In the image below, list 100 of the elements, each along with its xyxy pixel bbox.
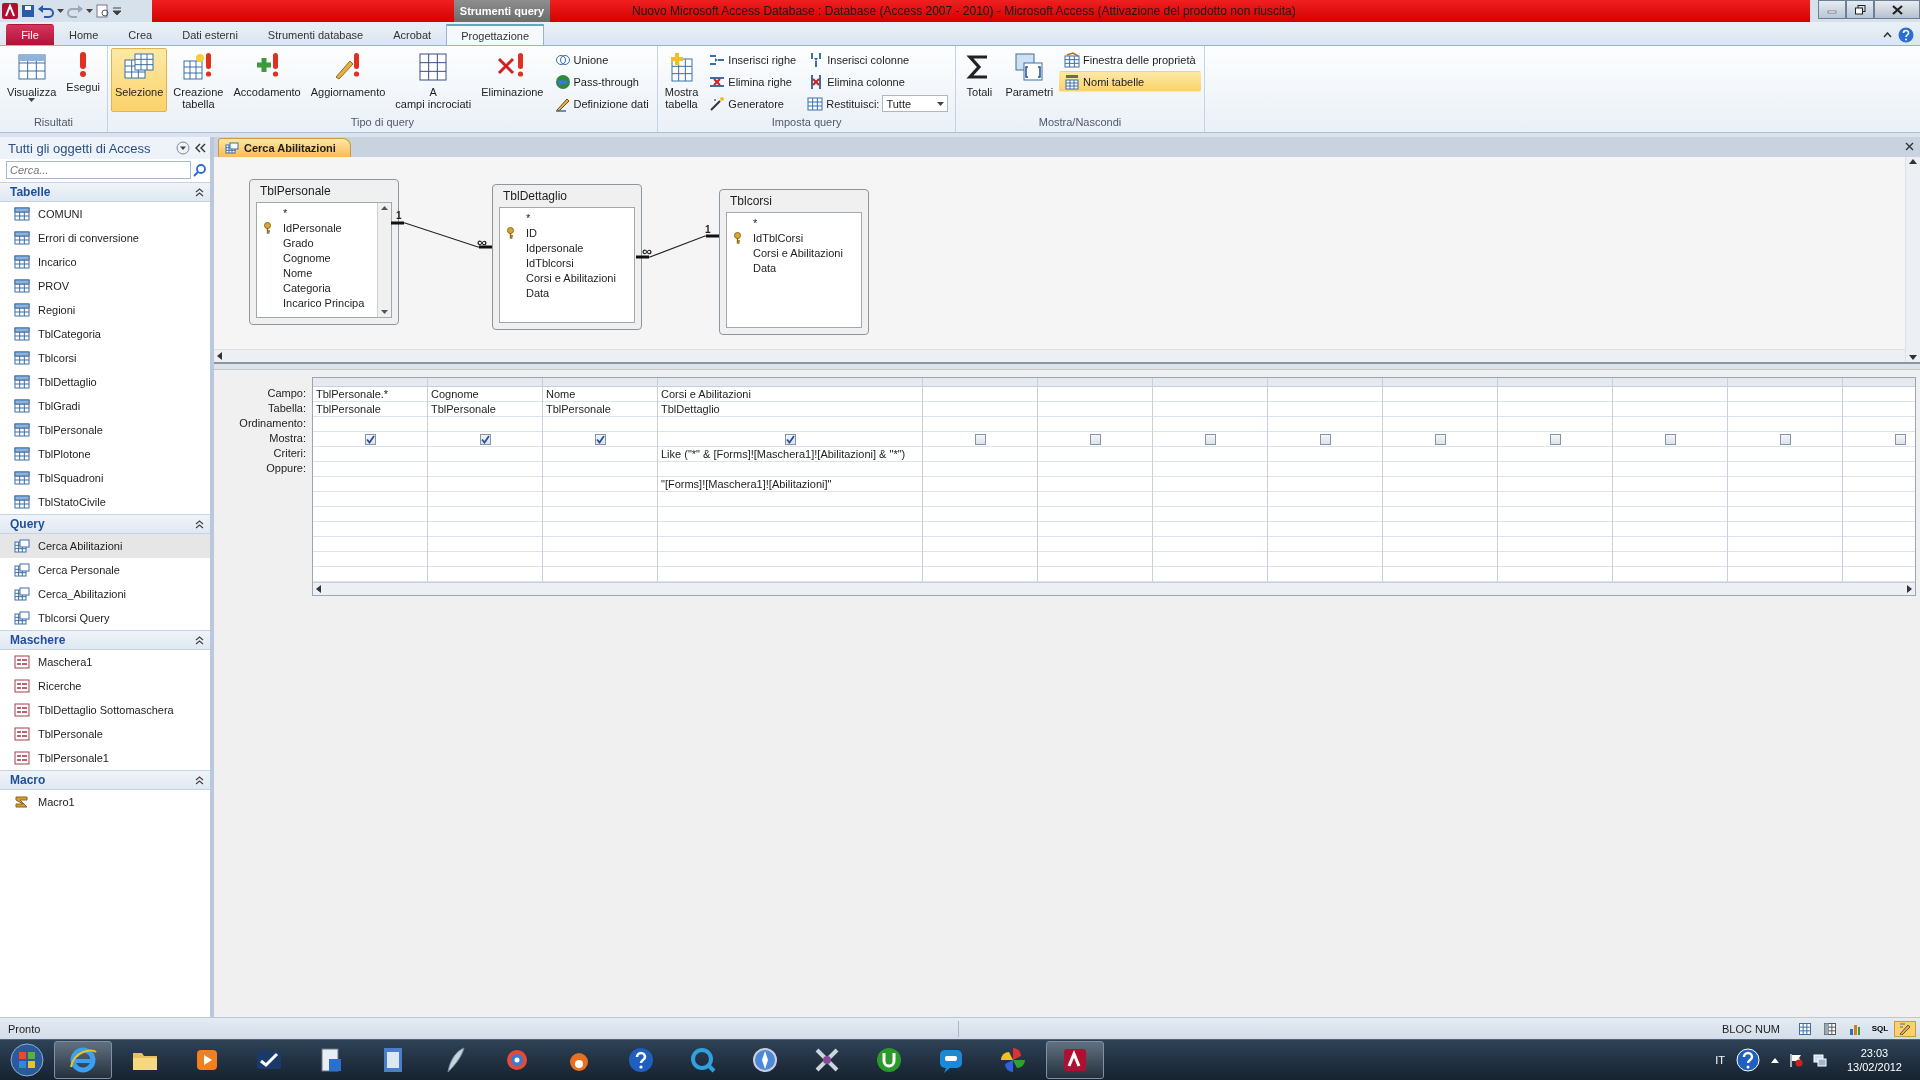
group-header[interactable]: Tabelle xyxy=(10,185,51,199)
search-field[interactable]: Cerca... xyxy=(6,161,191,179)
ribbon-tab[interactable]: Acrobat xyxy=(378,24,447,45)
grid-cell[interactable]: TblPersonale xyxy=(313,402,427,417)
ribbon-button[interactable]: Inserisci colonne xyxy=(803,49,953,70)
nav-item[interactable]: Cerca Personale xyxy=(0,558,210,582)
field-name[interactable]: Nome xyxy=(283,266,313,279)
nav-item[interactable]: TblStatoCivile xyxy=(0,490,210,514)
group-header[interactable]: Query xyxy=(10,517,45,531)
nav-item[interactable]: Incarico xyxy=(0,250,210,274)
nav-item[interactable]: Maschera1 xyxy=(0,650,210,674)
nav-item[interactable]: Errori di conversione xyxy=(0,226,210,250)
nav-item[interactable]: Tblcorsi Query xyxy=(0,606,210,630)
nav-item[interactable]: TblSquadroni xyxy=(0,466,210,490)
group-header[interactable]: Maschere xyxy=(10,633,66,647)
join-line[interactable] xyxy=(389,221,494,249)
scrollbar[interactable] xyxy=(377,203,391,317)
show-checkbox[interactable] xyxy=(1894,433,1906,445)
restore-button[interactable] xyxy=(1846,0,1874,19)
nav-item[interactable]: Cerca_Abilitazioni xyxy=(0,582,210,606)
nav-item[interactable]: Ricerche xyxy=(0,674,210,698)
nav-item[interactable]: TblPersonale1 xyxy=(0,746,210,770)
grid-cell[interactable]: "[Forms]![Maschera1]![Abilitazioni]" xyxy=(658,477,922,492)
nav-item[interactable]: Regioni xyxy=(0,298,210,322)
nav-item[interactable]: PROV xyxy=(0,274,210,298)
field-name[interactable]: Grado xyxy=(283,236,314,249)
show-checkbox[interactable] xyxy=(479,433,491,445)
language-indicator[interactable]: IT xyxy=(1715,1054,1725,1066)
show-checkbox[interactable] xyxy=(1664,433,1676,445)
field-name[interactable]: * xyxy=(283,206,288,219)
group-header[interactable]: Macro xyxy=(10,773,46,787)
taskbar-button[interactable] xyxy=(1046,1041,1104,1079)
ribbon-button[interactable]: Inserisci righe xyxy=(704,49,802,70)
ribbon-button[interactable]: Visualizza xyxy=(3,48,61,112)
field-name[interactable]: IdTblCorsi xyxy=(753,231,804,244)
field-name[interactable]: Corsi e Abilitazioni xyxy=(753,246,843,259)
join-line[interactable] xyxy=(634,234,721,259)
show-checkbox[interactable] xyxy=(594,433,606,445)
grid-cell[interactable]: TblDettaglio xyxy=(658,402,922,417)
show-checkbox[interactable] xyxy=(1204,433,1216,445)
grid-cell[interactable]: Corsi e Abilitazioni xyxy=(658,387,922,402)
show-checkbox[interactable] xyxy=(1319,433,1331,445)
ribbon-button[interactable]: Finestra delle proprietà xyxy=(1059,49,1201,70)
splitter-bar[interactable] xyxy=(214,362,1920,370)
field-name[interactable]: Corsi e Abilitazioni xyxy=(526,271,616,284)
nav-item[interactable]: Tblcorsi xyxy=(0,346,210,370)
ribbon-button[interactable]: Elimina righe xyxy=(704,71,802,92)
show-checkbox[interactable] xyxy=(784,433,796,445)
grid-cell[interactable]: TblPersonale.* xyxy=(313,387,427,402)
show-checkbox[interactable] xyxy=(1779,433,1791,445)
grid-cell[interactable]: TblPersonale xyxy=(543,402,657,417)
ribbon-tab[interactable]: Strumenti database xyxy=(252,24,379,45)
field-name[interactable]: Idpersonale xyxy=(526,241,584,254)
ribbon-tab[interactable]: File xyxy=(6,24,54,45)
ribbon-button[interactable]: Creazione tabella xyxy=(169,48,228,112)
nav-item[interactable]: TblDettaglio Sottomaschera xyxy=(0,698,210,722)
ribbon-button[interactable]: Mostra tabella xyxy=(660,48,703,112)
clock-date[interactable]: 13/02/2012 xyxy=(1846,1060,1902,1074)
ribbon-button[interactable]: Generatore xyxy=(704,93,802,114)
ribbon-button[interactable]: Accodamento xyxy=(229,48,305,112)
field-name[interactable]: * xyxy=(753,216,758,229)
ribbon-tab[interactable]: Home xyxy=(54,24,114,45)
vertical-scrollbar[interactable] xyxy=(1905,157,1920,362)
ribbon-button[interactable]: Unione xyxy=(549,49,654,70)
nav-item[interactable]: TblCategoria xyxy=(0,322,210,346)
grid-cell[interactable]: Nome xyxy=(543,387,657,402)
view-button[interactable] xyxy=(1894,1020,1916,1037)
table-box[interactable]: Tblcorsi * IdTblCorsi Corsi e Abilitazioni Data xyxy=(719,189,869,335)
nav-item[interactable]: Cerca Abilitazioni xyxy=(0,534,210,558)
ribbon-button[interactable]: Eliminazione xyxy=(477,48,548,112)
field-name[interactable]: Data xyxy=(753,261,777,274)
grid-cell[interactable]: Like ("*" & [Forms]![Maschera1]![Abilitazioni] & "*") xyxy=(658,447,922,462)
ribbon-tab[interactable]: Progettazione xyxy=(446,24,545,45)
nav-item[interactable]: COMUNI xyxy=(0,202,210,226)
table-box[interactable]: TblDettaglio * ID Idpersonale IdTblcorsi Corsi e Abilitazioni Data xyxy=(492,184,642,330)
ribbon-button[interactable]: Selezione xyxy=(110,48,168,112)
view-button[interactable]: SQL xyxy=(1869,1020,1891,1037)
field-name[interactable]: IdTblcorsi xyxy=(526,256,574,269)
field-name[interactable]: Data xyxy=(526,286,550,299)
close-button[interactable] xyxy=(1874,0,1920,19)
nav-item[interactable]: TblPlotone xyxy=(0,442,210,466)
show-checkbox[interactable] xyxy=(1434,433,1446,445)
nav-item[interactable]: TblDettaglio xyxy=(0,370,210,394)
ribbon-button[interactable]: Pass-through xyxy=(549,71,654,92)
ribbon-button[interactable]: Totali xyxy=(959,48,1000,112)
document-tab[interactable]: Cerca Abilitazioni xyxy=(218,138,351,157)
show-checkbox[interactable] xyxy=(1089,433,1101,445)
ribbon-button[interactable]: Nomi tabelle xyxy=(1059,71,1201,92)
field-name[interactable]: Categoria xyxy=(283,281,331,294)
show-checkbox[interactable] xyxy=(974,433,986,445)
grid-cell[interactable]: TblPersonale xyxy=(428,402,542,417)
horizontal-scrollbar[interactable] xyxy=(214,349,1905,362)
ribbon-button[interactable]: Aggiornamento xyxy=(306,48,390,112)
horizontal-scrollbar[interactable] xyxy=(313,582,1915,595)
nav-item[interactable]: TblPersonale xyxy=(0,418,210,442)
ribbon-tab[interactable]: Dati esterni xyxy=(167,24,253,45)
ribbon-button[interactable]: Definizione dati xyxy=(549,93,654,114)
ribbon-button[interactable]: A campi incrociati xyxy=(391,48,476,112)
ribbon-button[interactable]: Esegui xyxy=(62,48,104,112)
nav-item[interactable]: Macro1 xyxy=(0,790,210,814)
